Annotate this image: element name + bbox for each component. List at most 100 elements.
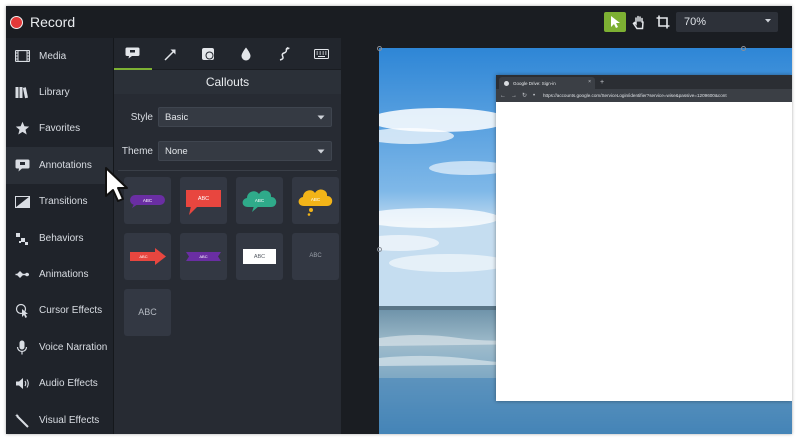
white-box-callout-shape — [243, 249, 276, 264]
arrow-tab-icon — [164, 48, 176, 61]
sidebar-item-transitions[interactable]: Transitions — [6, 184, 113, 220]
zoom-select[interactable]: 70% — [676, 12, 778, 32]
callout-tab-icon — [125, 47, 140, 59]
theme-row: Theme None — [114, 141, 341, 161]
crop-tool-button[interactable] — [652, 12, 674, 32]
browser-tab-title: Google Drive: Sign-in — [513, 80, 556, 86]
sidebar-item-label: Visual Effects — [39, 414, 100, 426]
browser-url: https://accounts.google.com/ServiceLogin… — [543, 93, 727, 98]
chevron-down-icon — [317, 115, 325, 120]
sidebar-item-annotations[interactable]: Annotations — [6, 147, 113, 184]
callout-tile-gray-text[interactable]: ABC — [292, 233, 339, 280]
theme-value: None — [165, 145, 188, 157]
mouse-cursor-icon — [105, 167, 128, 202]
pointer-tool-button[interactable] — [604, 12, 626, 32]
red-speech-callout-shape — [186, 190, 221, 215]
animation-icon — [14, 267, 30, 283]
chevron-down-icon — [317, 149, 325, 154]
hand-tool-button[interactable] — [628, 12, 650, 32]
sidebar-item-cursor-effects[interactable]: Cursor Effects — [6, 293, 113, 329]
preview-canvas[interactable]: Google Drive: Sign-in × + ← → ↻ • https:… — [341, 38, 792, 434]
panel-divider — [118, 170, 337, 171]
browser-url-bar: ← → ↻ • https://accounts.google.com/Serv… — [496, 89, 792, 102]
purple-pill-callout-shape — [130, 195, 165, 208]
callout-tile-plain-text[interactable]: ABC — [124, 289, 171, 336]
purple-banner-callout-shape — [186, 252, 221, 261]
record-dot-icon — [10, 15, 23, 29]
callout-tile-purple-banner[interactable]: ABC — [180, 233, 227, 280]
resize-handle-top-left[interactable] — [377, 46, 382, 51]
sidebar-item-label: Library — [39, 87, 70, 99]
record-button[interactable]: Record — [10, 11, 75, 33]
crop-icon — [656, 15, 670, 29]
sidebar-item-label: Favorites — [39, 123, 81, 135]
callout-tile-white-box[interactable]: ABC — [236, 233, 283, 280]
teal-cloud-callout-shape — [242, 190, 277, 212]
sidebar-item-label: Transitions — [39, 196, 88, 208]
sidebar-item-animations[interactable]: Animations — [6, 256, 113, 292]
resize-handle-top-right[interactable] — [741, 46, 746, 51]
sidebar-item-favorites[interactable]: Favorites — [6, 111, 113, 147]
lock-icon: • — [533, 92, 536, 99]
sidebar-item-label: Annotations — [39, 159, 92, 171]
sidebar-item-voice-narration[interactable]: Voice Narration — [6, 329, 113, 365]
callout-tile-teal-cloud[interactable]: ABC — [236, 177, 283, 224]
app-window: Record 70% Media Library Favorites Annot… — [6, 6, 792, 434]
back-arrow-icon: ← — [500, 92, 506, 99]
callout-tile-red-arrow[interactable]: ABC — [124, 233, 171, 280]
annotation-type-tabs — [114, 38, 341, 70]
forward-arrow-icon: → — [511, 92, 517, 99]
canvas-media-image[interactable]: Google Drive: Sign-in × + ← → ↻ • https:… — [379, 48, 792, 434]
annotations-panel: Callouts Style Basic Theme None ABC ABC — [114, 38, 341, 434]
browser-window-screenshot: Google Drive: Sign-in × + ← → ↻ • https:… — [496, 75, 792, 401]
magic-wand-icon — [14, 412, 30, 428]
yellow-thought-callout-shape — [298, 189, 333, 216]
panel-title: Callouts — [114, 70, 341, 94]
callout-tile-purple-pill[interactable]: ABC — [124, 177, 171, 224]
browser-tab: Google Drive: Sign-in × — [499, 77, 595, 89]
record-label: Record — [30, 14, 76, 30]
tab-blur-highlight[interactable] — [227, 38, 265, 70]
transition-icon — [14, 194, 30, 210]
resize-handle-middle-left[interactable] — [377, 247, 382, 252]
blur-tab-icon — [241, 47, 251, 61]
sidebar-item-visual-effects[interactable]: Visual Effects — [6, 402, 113, 434]
sidebar: Media Library Favorites Annotations Tran… — [6, 38, 114, 434]
tab-callouts[interactable] — [114, 38, 152, 70]
speaker-icon — [14, 376, 30, 392]
sidebar-item-library[interactable]: Library — [6, 74, 113, 110]
style-label: Style — [130, 111, 153, 123]
theme-select[interactable]: None — [158, 141, 332, 161]
sidebar-item-label: Voice Narration — [39, 341, 108, 353]
style-select[interactable]: Basic — [158, 107, 332, 127]
sidebar-item-behaviors[interactable]: Behaviors — [6, 220, 113, 256]
annotation-icon — [14, 157, 30, 173]
tab-keystroke[interactable] — [303, 38, 341, 70]
theme-label: Theme — [121, 145, 153, 157]
sidebar-item-label: Audio Effects — [39, 378, 98, 390]
tab-shapes[interactable] — [190, 38, 228, 70]
sidebar-item-label: Animations — [39, 269, 89, 281]
sidebar-item-media[interactable]: Media — [6, 38, 113, 74]
style-value: Basic — [165, 111, 189, 123]
tab-sketch-motion[interactable] — [265, 38, 303, 70]
sidebar-item-label: Behaviors — [39, 232, 84, 244]
browser-tab-bar: Google Drive: Sign-in × + — [496, 75, 792, 89]
hand-icon — [632, 15, 644, 29]
shape-tab-icon — [202, 48, 215, 60]
zoom-value: 70% — [684, 16, 707, 28]
star-icon — [14, 121, 30, 137]
callout-tile-yellow-thought[interactable]: ABC — [292, 177, 339, 224]
sidebar-item-audio-effects[interactable]: Audio Effects — [6, 366, 113, 402]
style-row: Style Basic — [114, 107, 341, 127]
callout-tile-red-speech[interactable]: ABC — [180, 177, 227, 224]
top-toolbar: Record 70% — [6, 6, 792, 38]
tab-arrows-lines[interactable] — [152, 38, 190, 70]
sidebar-item-label: Cursor Effects — [39, 305, 103, 317]
callout-tile-text: ABC — [309, 253, 322, 259]
film-icon — [14, 48, 30, 64]
pointer-icon — [611, 16, 620, 28]
microphone-icon — [14, 339, 30, 355]
red-arrow-callout-shape — [130, 248, 166, 265]
sketch-motion-tab-icon — [279, 47, 290, 61]
